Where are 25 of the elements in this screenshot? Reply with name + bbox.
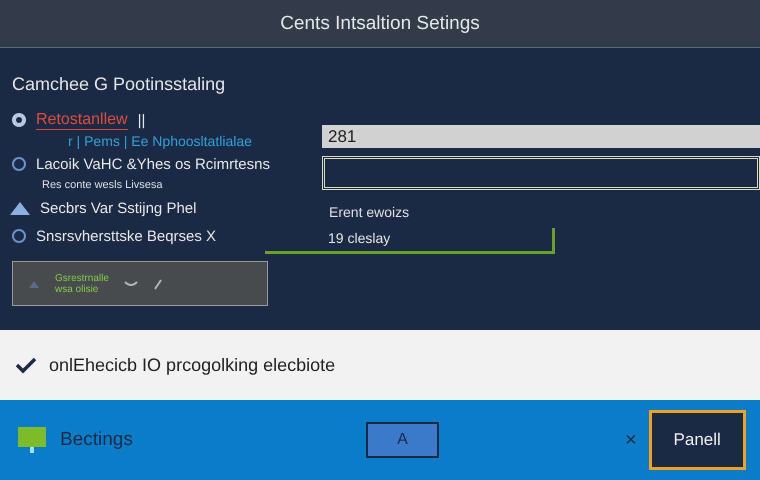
window-title: Cents Intsaltion Setings bbox=[280, 12, 480, 34]
slash-icon bbox=[152, 278, 163, 290]
footer-label: Bectings bbox=[60, 429, 134, 451]
radio-button[interactable] bbox=[12, 157, 26, 171]
notice-text: onlEhecicb IO prcogolking elecbiote bbox=[49, 354, 336, 376]
arc-icon bbox=[122, 280, 139, 288]
input-field[interactable] bbox=[322, 156, 760, 190]
triangle-icon bbox=[27, 278, 41, 288]
radio-button[interactable] bbox=[12, 229, 26, 243]
monitor-icon bbox=[18, 427, 46, 453]
detail-label: Erent ewoizs bbox=[329, 204, 410, 220]
option-label: Secbrs Var Sstijng Phel bbox=[40, 200, 196, 216]
input-field[interactable]: 281 bbox=[322, 125, 760, 148]
option-label: Snsrsvhersttske Beqrses X bbox=[36, 228, 216, 244]
triangle-icon bbox=[10, 202, 30, 214]
option-label: Lacoik VaHC &Yhes os Rcimrtesns bbox=[36, 156, 270, 172]
section-heading: Camchee G Pootinsstaling bbox=[12, 74, 226, 95]
option-caption: Res conte wesls Livsesa bbox=[42, 179, 162, 191]
preview-text: Gsrestrnalle wsa olisie bbox=[55, 272, 109, 294]
option-label: Retostanllew bbox=[36, 110, 128, 130]
readout-field: 19 cleslay bbox=[265, 228, 555, 254]
option-caption: r | Pems | Ee Nphoosltatlialae bbox=[68, 133, 252, 149]
cursor-mark: || bbox=[138, 112, 146, 128]
panel-button[interactable]: Panell bbox=[648, 410, 746, 470]
radio-button[interactable] bbox=[12, 113, 26, 127]
